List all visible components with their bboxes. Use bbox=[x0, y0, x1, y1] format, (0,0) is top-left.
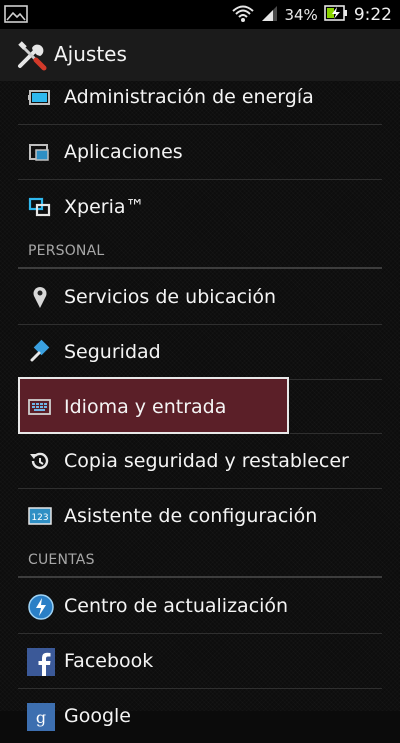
restore-icon bbox=[27, 448, 53, 474]
settings-item-facebook[interactable]: Facebook bbox=[18, 634, 382, 688]
facebook-icon bbox=[27, 648, 55, 676]
item-label: Aplicaciones bbox=[64, 141, 183, 163]
battery-charging-icon bbox=[324, 4, 348, 26]
status-bar: 34% 9:22 bbox=[0, 0, 400, 29]
item-label: Xperia™ bbox=[64, 196, 145, 218]
item-label: Servicios de ubicación bbox=[64, 286, 277, 308]
settings-item-backup-reset[interactable]: Copia seguridad y restablecer bbox=[18, 434, 382, 488]
setup-wizard-icon: 123 bbox=[27, 503, 53, 529]
item-label: Seguridad bbox=[64, 341, 161, 363]
item-label: Administración de energía bbox=[64, 86, 314, 108]
update-center-icon bbox=[27, 593, 54, 620]
settings-item-language-input[interactable]: Idioma y entrada bbox=[18, 380, 382, 434]
battery-icon bbox=[27, 84, 53, 110]
settings-item-power-management[interactable]: Administración de energía bbox=[18, 70, 382, 124]
item-label: Asistente de configuración bbox=[64, 505, 318, 527]
settings-item-update-center[interactable]: Centro de actualización bbox=[18, 579, 382, 633]
wifi-icon bbox=[232, 4, 255, 26]
google-icon: g bbox=[27, 703, 55, 731]
settings-item-xperia[interactable]: Xperia™ bbox=[18, 180, 382, 234]
section-divider bbox=[18, 576, 382, 578]
section-header-personal: PERSONAL bbox=[28, 243, 105, 259]
tools-icon[interactable] bbox=[16, 40, 48, 72]
svg-text:123: 123 bbox=[31, 513, 48, 523]
item-label: Facebook bbox=[64, 650, 154, 672]
section-divider bbox=[18, 267, 382, 269]
clock: 9:22 bbox=[353, 4, 392, 25]
apps-icon bbox=[27, 139, 53, 165]
settings-item-setup-wizard[interactable]: 123 Asistente de configuración bbox=[18, 489, 382, 543]
page-title: Ajustes bbox=[54, 42, 127, 66]
security-icon bbox=[27, 339, 53, 365]
item-label: Centro de actualización bbox=[64, 595, 289, 617]
battery-percent: 34% bbox=[284, 5, 318, 24]
item-label: Idioma y entrada bbox=[64, 396, 227, 418]
settings-item-applications[interactable]: Aplicaciones bbox=[18, 125, 382, 179]
settings-item-security[interactable]: Seguridad bbox=[18, 325, 382, 379]
settings-item-google[interactable]: g Google bbox=[18, 689, 382, 743]
xperia-icon bbox=[27, 194, 53, 220]
section-header-accounts: CUENTAS bbox=[28, 552, 95, 568]
item-label: Copia seguridad y restablecer bbox=[64, 450, 349, 472]
settings-item-location[interactable]: Servicios de ubicación bbox=[18, 270, 382, 324]
image-notification-icon bbox=[4, 5, 28, 23]
item-label: Google bbox=[64, 705, 132, 727]
signal-icon bbox=[260, 4, 278, 26]
location-pin-icon bbox=[27, 284, 53, 310]
keyboard-icon bbox=[27, 394, 53, 420]
